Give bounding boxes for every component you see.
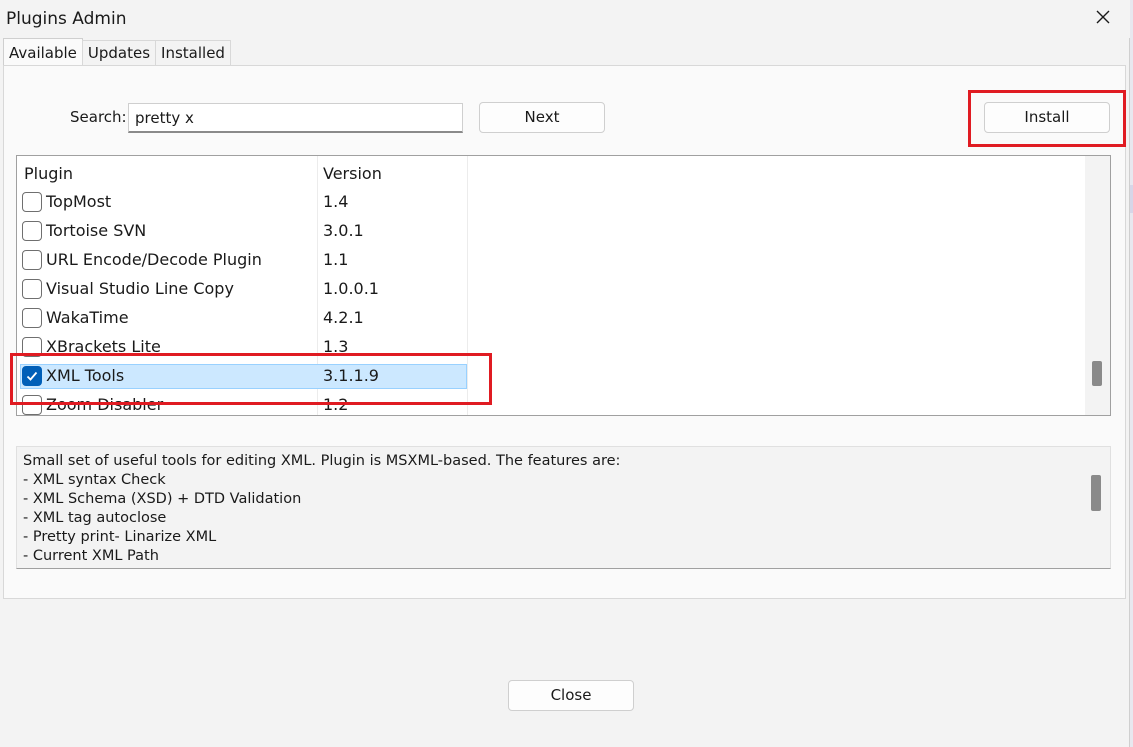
plugin-version: 3.1.1.9: [323, 366, 379, 385]
plugin-version: 1.1: [323, 250, 349, 269]
install-button[interactable]: Install: [984, 102, 1110, 133]
close-icon: [1095, 9, 1111, 29]
title-bar: Plugins Admin: [0, 0, 1130, 38]
window-close-button[interactable]: [1086, 4, 1120, 34]
description-line: - Current XML Path: [23, 548, 159, 564]
description-line: Small set of useful tools for editing XM…: [23, 453, 621, 469]
plugin-name: TopMost: [46, 192, 112, 211]
description-line: - XML Schema (XSD) + DTD Validation: [23, 491, 302, 507]
plugin-checkbox[interactable]: [22, 337, 42, 357]
plugin-version: 1.4: [323, 192, 349, 211]
description-line: - XML tag autoclose: [23, 510, 167, 526]
search-input[interactable]: [128, 103, 463, 133]
description-scrollbar-thumb[interactable]: [1091, 475, 1101, 511]
tab-strip: Available Updates Installed: [3, 38, 231, 66]
plugin-description: Small set of useful tools for editing XM…: [16, 446, 1111, 569]
description-scrollbar[interactable]: [1084, 447, 1110, 568]
list-item[interactable]: XBrackets Lite 1.3: [17, 333, 1085, 362]
column-header-plugin[interactable]: Plugin: [24, 164, 73, 183]
list-rows: TopMost 1.4 Tortoise SVN 3.0.1 URL Encode/De…: [17, 188, 1085, 415]
tab-installed[interactable]: Installed: [155, 40, 231, 65]
plugin-name: Visual Studio Line Copy: [46, 279, 234, 298]
plugin-version: 1.2: [323, 395, 349, 414]
checkmark-icon: [26, 371, 38, 381]
plugin-checkbox[interactable]: [22, 192, 42, 212]
next-button[interactable]: Next: [479, 102, 605, 133]
plugin-checkbox[interactable]: [22, 366, 42, 386]
description-line: - XML syntax Check: [23, 472, 166, 488]
plugin-version: 4.2.1: [323, 308, 364, 327]
plugin-list[interactable]: Plugin Version TopMost 1.4 Tortoise SVN 3.0…: [16, 155, 1111, 416]
plugin-name: Tortoise SVN: [46, 221, 147, 240]
description-line: - Pretty print- Linarize XML: [23, 529, 217, 545]
plugin-checkbox[interactable]: [22, 279, 42, 299]
plugin-checkbox[interactable]: [22, 221, 42, 241]
list-item[interactable]: Tortoise SVN 3.0.1: [17, 217, 1085, 246]
list-item[interactable]: Zoom Disabler 1.2: [17, 391, 1085, 415]
plugin-checkbox[interactable]: [22, 395, 42, 415]
search-label: Search:: [70, 108, 127, 126]
close-button[interactable]: Close: [508, 680, 634, 711]
plugin-version: 3.0.1: [323, 221, 364, 240]
tab-updates[interactable]: Updates: [81, 40, 157, 65]
plugins-admin-window: Plugins Admin Available Updates Installe…: [0, 0, 1130, 747]
list-item[interactable]: URL Encode/Decode Plugin 1.1: [17, 246, 1085, 275]
tab-available[interactable]: Available: [3, 38, 83, 65]
plugin-checkbox[interactable]: [22, 250, 42, 270]
list-item[interactable]: XML Tools 3.1.1.9: [17, 362, 1085, 391]
list-item[interactable]: TopMost 1.4: [17, 188, 1085, 217]
plugin-version: 1.0.0.1: [323, 279, 379, 298]
plugin-name: WakaTime: [46, 308, 129, 327]
plugin-name: Zoom Disabler: [46, 395, 164, 414]
plugin-version: 1.3: [323, 337, 349, 356]
list-item[interactable]: WakaTime 4.2.1: [17, 304, 1085, 333]
list-scrollbar[interactable]: [1085, 156, 1110, 415]
list-item[interactable]: Visual Studio Line Copy 1.0.0.1: [17, 275, 1085, 304]
list-scrollbar-thumb[interactable]: [1092, 361, 1102, 386]
window-title: Plugins Admin: [6, 9, 127, 29]
column-header-version[interactable]: Version: [323, 164, 382, 183]
plugin-name: XBrackets Lite: [46, 337, 161, 356]
list-header: Plugin Version: [17, 156, 1085, 188]
plugin-name: URL Encode/Decode Plugin: [46, 250, 262, 269]
plugin-name: XML Tools: [46, 366, 125, 385]
plugin-checkbox[interactable]: [22, 308, 42, 328]
